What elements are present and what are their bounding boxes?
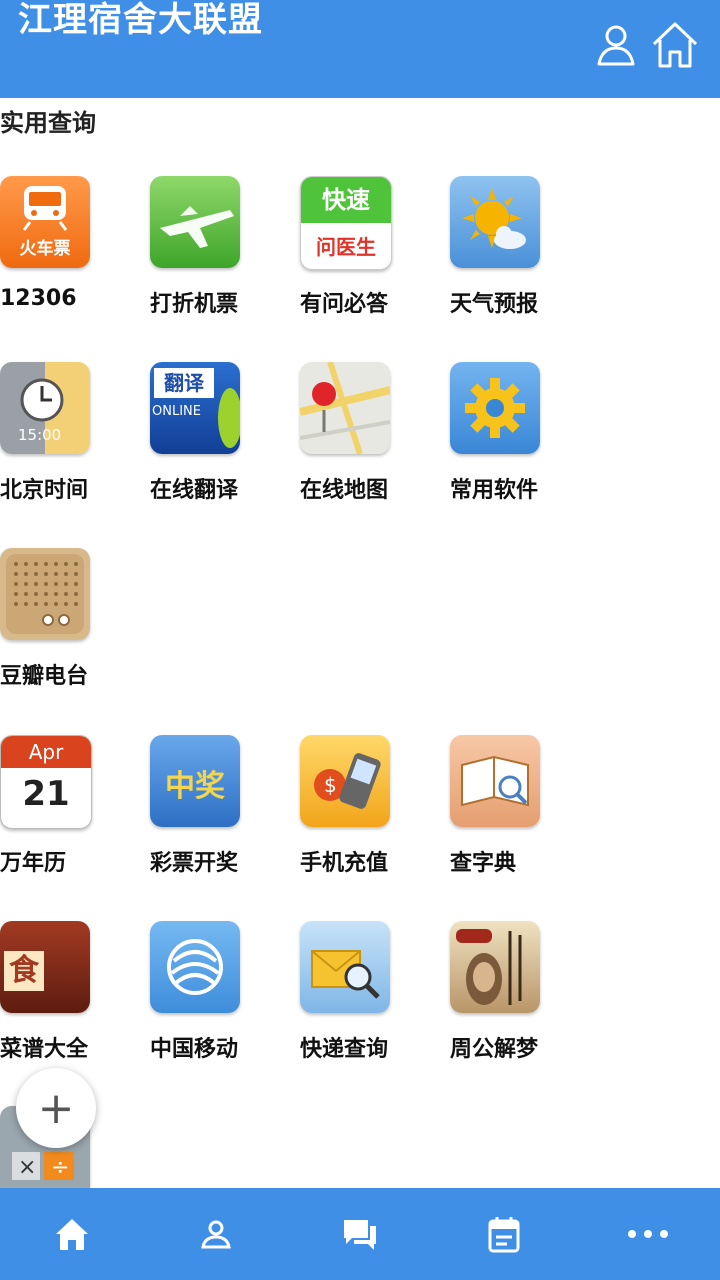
- app-weather[interactable]: 天气预报: [450, 176, 580, 326]
- nav-more[interactable]: [576, 1188, 720, 1280]
- app-common-software[interactable]: 常用软件: [450, 362, 580, 512]
- gear-icon: [450, 362, 540, 454]
- app-calendar[interactable]: Apr 21 万年历: [0, 735, 130, 885]
- translate-icon: 翻译 ONLINE: [150, 362, 240, 454]
- tile-text-bottom: 21: [22, 774, 70, 814]
- calendar-icon: [488, 1217, 520, 1253]
- app-header: 江理宿舍大联盟: [0, 0, 720, 98]
- tile-text: 15:00: [18, 426, 62, 444]
- app-douban-radio[interactable]: 豆瓣电台: [0, 548, 130, 698]
- app-label: 彩票开奖: [150, 851, 239, 876]
- nav-profile[interactable]: [144, 1188, 288, 1280]
- home-icon: [56, 1219, 88, 1250]
- tile-text: 中奖: [165, 769, 225, 804]
- app-qa[interactable]: 快速 问医生 有问必答: [300, 176, 430, 326]
- app-label: 在线翻译: [150, 478, 239, 503]
- nav-home[interactable]: [0, 1188, 144, 1280]
- dictionary-icon: [450, 735, 540, 827]
- chat-icon: [344, 1220, 376, 1250]
- app-express[interactable]: 快递查询: [300, 921, 430, 1071]
- phone-recharge-icon: $: [300, 735, 390, 827]
- tile-text: 食: [4, 951, 44, 991]
- lottery-icon: 中奖: [150, 735, 240, 827]
- weather-icon: [450, 176, 540, 268]
- app-label: 菜谱大全: [0, 1037, 89, 1062]
- svg-text:÷: ÷: [51, 1155, 69, 1180]
- app-map[interactable]: 在线地图: [300, 362, 430, 512]
- app-12306[interactable]: 火车票 12306: [0, 176, 130, 326]
- app-lottery[interactable]: 中奖 彩票开奖: [150, 735, 280, 885]
- dream-icon: [450, 921, 540, 1013]
- app-beijing-time[interactable]: 15:00 北京时间: [0, 362, 130, 512]
- user-icon[interactable]: [592, 20, 642, 70]
- recipe-icon: 食: [0, 921, 90, 1013]
- train-ticket-icon: 火车票: [0, 176, 90, 268]
- tile-text-top: 快速: [301, 177, 391, 223]
- app-dictionary[interactable]: 查字典: [450, 735, 580, 885]
- radio-icon: [0, 548, 90, 640]
- clock-icon: 15:00: [0, 362, 90, 454]
- profile-icon: [201, 1220, 231, 1249]
- section-title: 实用查询: [0, 109, 96, 137]
- app-recipes[interactable]: 食 菜谱大全: [0, 921, 130, 1071]
- app-china-mobile[interactable]: 中国移动: [150, 921, 280, 1071]
- app-label: 天气预报: [450, 292, 539, 317]
- express-icon: [300, 921, 390, 1013]
- app-title: 江理宿舍大联盟: [18, 0, 263, 40]
- app-dream[interactable]: 周公解梦: [450, 921, 580, 1071]
- app-label: 在线地图: [300, 478, 389, 503]
- app-label: 豆瓣电台: [0, 664, 89, 689]
- app-label: 北京时间: [0, 478, 89, 503]
- app-translate[interactable]: 翻译 ONLINE 在线翻译: [150, 362, 280, 512]
- app-label: 万年历: [0, 851, 67, 876]
- app-label: 快递查询: [300, 1037, 389, 1062]
- app-label: 查字典: [450, 851, 517, 876]
- app-label: 12306: [0, 286, 77, 311]
- bottom-nav: [0, 1188, 720, 1280]
- china-mobile-icon: [150, 921, 240, 1013]
- calendar-icon: Apr 21: [0, 735, 92, 829]
- nav-calendar[interactable]: [432, 1188, 576, 1280]
- svg-text:$: $: [324, 773, 337, 797]
- tile-text-top: Apr: [1, 736, 91, 768]
- app-label: 手机充值: [300, 851, 389, 876]
- map-icon: [300, 362, 390, 454]
- tile-text: 火车票: [19, 239, 71, 259]
- nav-chat[interactable]: [288, 1188, 432, 1280]
- app-label: 中国移动: [150, 1037, 239, 1062]
- tile-text-bottom: 问医生: [316, 235, 376, 259]
- add-button[interactable]: +: [16, 1068, 96, 1148]
- doctor-qa-icon: 快速 问医生: [300, 176, 392, 270]
- app-label: 有问必答: [300, 292, 389, 317]
- more-icon: [628, 1230, 668, 1238]
- home-icon[interactable]: [650, 20, 700, 70]
- app-label: 周公解梦: [450, 1037, 539, 1062]
- app-discount-flights[interactable]: 打折机票: [150, 176, 280, 326]
- airplane-icon: [150, 176, 240, 268]
- app-phone-recharge[interactable]: $ 手机充值: [300, 735, 430, 885]
- app-label: 打折机票: [150, 292, 239, 317]
- app-label: 常用软件: [450, 478, 539, 503]
- svg-text:×: ×: [18, 1155, 36, 1180]
